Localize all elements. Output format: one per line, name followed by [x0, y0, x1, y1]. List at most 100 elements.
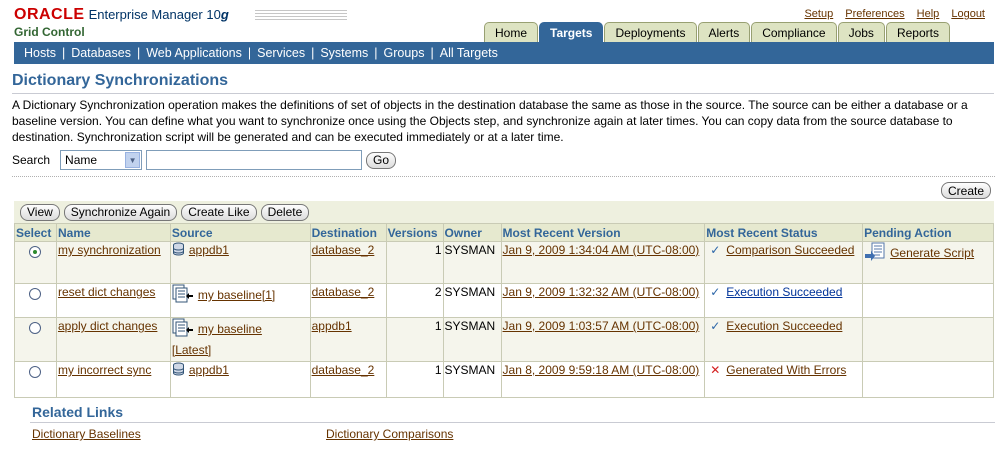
row-source-version-link[interactable]: [Latest] [172, 343, 211, 357]
dotted-divider [12, 176, 995, 177]
row-version-link[interactable]: Jan 9, 2009 1:34:04 AM (UTC-08:00) [503, 243, 700, 257]
help-link[interactable]: Help [917, 8, 940, 20]
create-like-button[interactable]: Create Like [181, 203, 257, 221]
row-version-link[interactable]: Jan 8, 2009 9:59:18 AM (UTC-08:00) [503, 363, 700, 377]
table-actions-bar: View Synchronize Again Create Like Delet… [14, 201, 994, 223]
row-name-link[interactable]: apply dict changes [58, 319, 157, 333]
global-links: Setup Preferences Help Logout [795, 8, 985, 20]
tab-deployments[interactable]: Deployments [604, 22, 697, 42]
row-name-link[interactable]: my synchronization [58, 243, 161, 257]
brand-subtitle: Grid Control [14, 25, 85, 39]
subnav-services[interactable]: Services [257, 46, 305, 60]
table-header-row: Select Name Source Destination Versions … [14, 223, 994, 242]
logout-link[interactable]: Logout [951, 8, 985, 20]
delete-button[interactable]: Delete [260, 203, 310, 221]
synchronizations-table: Select Name Source Destination Versions … [14, 223, 994, 398]
row-destination-link[interactable]: database_2 [312, 363, 375, 377]
row-source-link[interactable]: appdb1 [189, 243, 229, 257]
row-pending [862, 361, 994, 398]
table-row: apply dict changes my baseline [Latest] … [14, 317, 994, 362]
col-select: Select [14, 223, 57, 242]
create-button[interactable]: Create [941, 182, 992, 199]
dictionary-comparisons-link[interactable]: Dictionary Comparisons [326, 427, 453, 441]
related-links-title: Related Links [32, 404, 124, 420]
tab-alerts[interactable]: Alerts [697, 22, 751, 42]
page-title: Dictionary Synchronizations [12, 72, 229, 89]
tab-targets[interactable]: Targets [539, 22, 604, 42]
col-source[interactable]: Source [169, 223, 311, 242]
row-source-link[interactable]: my baseline [198, 322, 262, 336]
brand-oracle: ORACLE [14, 6, 85, 23]
subnav-all-targets[interactable]: All Targets [440, 46, 498, 60]
row-status-link[interactable]: Execution Succeeded [726, 285, 842, 299]
oracle-logo: ORACLE Enterprise Manager 10g Grid Contro… [14, 6, 229, 39]
database-icon [172, 362, 185, 380]
tab-reports[interactable]: Reports [885, 22, 950, 42]
search-input[interactable] [146, 150, 363, 170]
check-icon: ✓ [710, 243, 721, 257]
dictionary-baselines-link[interactable]: Dictionary Baselines [32, 427, 141, 441]
view-button[interactable]: View [20, 203, 60, 221]
main-tabs: Home Targets Deployments Alerts Complian… [484, 22, 951, 42]
row-destination-link[interactable]: database_2 [312, 285, 375, 299]
check-icon: ✓ [710, 319, 721, 333]
generate-script-link[interactable]: Generate Script [890, 246, 974, 260]
col-versions[interactable]: Versions [385, 223, 444, 242]
chevron-down-icon[interactable]: ▼ [125, 152, 141, 168]
tab-compliance[interactable]: Compliance [751, 22, 837, 42]
row-pending [862, 283, 994, 318]
row-name-link[interactable]: reset dict changes [58, 285, 155, 299]
preferences-link[interactable]: Preferences [845, 8, 904, 20]
related-links-divider [30, 422, 995, 423]
col-destination[interactable]: Destination [309, 223, 387, 242]
synchronize-again-button[interactable]: Synchronize Again [63, 203, 178, 221]
row-version-link[interactable]: Jan 9, 2009 1:03:57 AM (UTC-08:00) [503, 319, 700, 333]
search-bar: Search Name ▼ Go [12, 149, 397, 171]
row-owner: SYSMAN [442, 317, 502, 362]
row-select-radio[interactable] [29, 322, 42, 334]
row-source-link[interactable]: my baseline[1] [198, 288, 275, 302]
brand-product: Enterprise Manager 10g [88, 7, 229, 22]
go-button[interactable]: Go [366, 151, 397, 169]
row-select-radio[interactable] [29, 288, 42, 300]
check-icon: ✓ [710, 285, 721, 299]
row-status-link[interactable]: Generated With Errors [726, 363, 846, 377]
subnav-web-applications[interactable]: Web Applications [146, 46, 242, 60]
table-row: my incorrect sync appdb1 database_2 1 SY… [14, 361, 994, 398]
row-destination-link[interactable]: database_2 [312, 243, 375, 257]
row-name-link[interactable]: my incorrect sync [58, 363, 151, 377]
row-versions: 2 [385, 283, 444, 318]
row-status-link[interactable]: Execution Succeeded [726, 319, 842, 333]
col-name[interactable]: Name [55, 223, 171, 242]
tab-home[interactable]: Home [484, 22, 539, 42]
search-label: Search [12, 153, 51, 167]
table-row: my synchronization appdb1 database_2 1 S… [14, 241, 994, 284]
row-owner: SYSMAN [442, 361, 502, 398]
title-divider [12, 93, 994, 94]
subnav-hosts[interactable]: Hosts [24, 46, 56, 60]
subnav-systems[interactable]: Systems [320, 46, 368, 60]
page-description: A Dictionary Synchronization operation m… [12, 98, 968, 144]
search-field-select[interactable]: Name ▼ [60, 150, 143, 170]
subnav-groups[interactable]: Groups [384, 46, 425, 60]
baseline-icon [172, 284, 194, 308]
col-most-recent-version[interactable]: Most Recent Version [500, 223, 706, 242]
sub-navigation: Hosts | Databases | Web Applications | Serv… [14, 42, 994, 64]
row-select-radio[interactable] [29, 366, 42, 378]
row-versions: 1 [385, 361, 444, 398]
row-destination-link[interactable]: appdb1 [312, 319, 352, 333]
setup-link[interactable]: Setup [804, 8, 833, 20]
row-version-link[interactable]: Jan 9, 2009 1:32:32 AM (UTC-08:00) [503, 285, 700, 299]
tab-jobs[interactable]: Jobs [837, 22, 885, 42]
generate-script-icon [864, 242, 886, 266]
row-owner: SYSMAN [442, 241, 502, 284]
col-owner[interactable]: Owner [442, 223, 502, 242]
baseline-icon [172, 318, 194, 342]
subnav-databases[interactable]: Databases [71, 46, 131, 60]
row-select-radio[interactable] [29, 246, 42, 258]
row-owner: SYSMAN [442, 283, 502, 318]
row-source-link[interactable]: appdb1 [189, 363, 229, 377]
logo-decoration [255, 10, 347, 22]
col-most-recent-status[interactable]: Most Recent Status [704, 223, 864, 242]
row-status-link[interactable]: Comparison Succeeded [726, 243, 854, 257]
